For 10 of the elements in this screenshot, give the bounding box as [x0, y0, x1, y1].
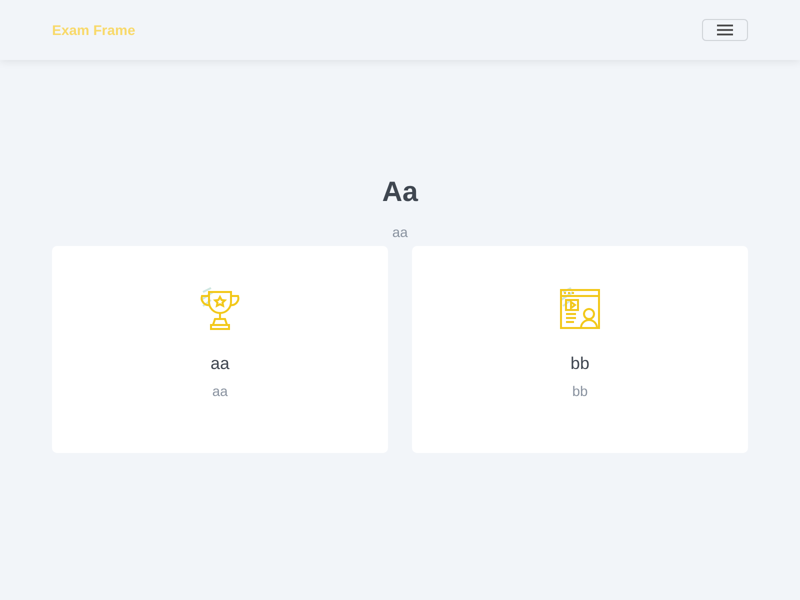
video-call-icon — [557, 286, 603, 332]
page-subtitle: aa — [392, 224, 408, 240]
menu-button[interactable] — [702, 19, 748, 41]
menu-icon — [717, 24, 733, 36]
card-subtitle: aa — [212, 383, 228, 399]
card-title: bb — [570, 354, 590, 374]
card-title: aa — [210, 354, 230, 374]
card-subtitle: bb — [572, 383, 588, 399]
brand-logo[interactable]: Exam Frame — [52, 22, 136, 38]
page-heading: Aa — [382, 175, 418, 209]
